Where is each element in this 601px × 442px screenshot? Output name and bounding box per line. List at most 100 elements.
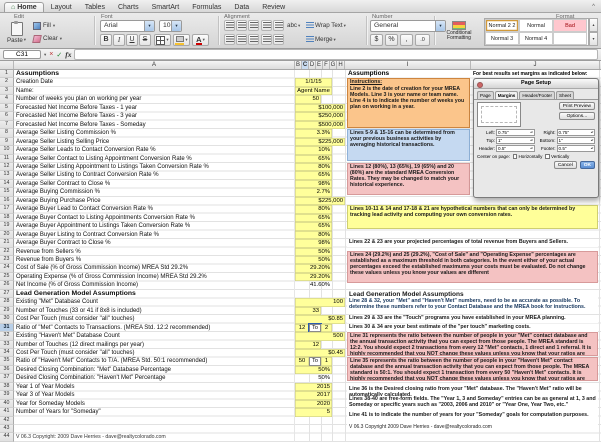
row-label[interactable]: Average Buyer Contact to Listing Appoint… <box>14 213 295 223</box>
ratio-value-right[interactable]: 2 <box>321 323 332 333</box>
indent-right-button[interactable] <box>273 34 284 45</box>
cell-value[interactable]: $225,000 <box>295 137 345 147</box>
cell-value[interactable]: $500,000 <box>295 120 345 130</box>
row-number[interactable]: 18 <box>0 213 14 223</box>
cell-value[interactable]: 2.7% <box>295 188 332 197</box>
row-label[interactable]: Desired Closing Combination: "Met" Datab… <box>14 365 295 375</box>
cell-value[interactable]: 50% <box>295 365 332 375</box>
row-value-cell[interactable]: $0.45 <box>295 348 345 358</box>
align-top-button[interactable] <box>224 34 235 45</box>
ribbon-collapse-icon[interactable]: ^ <box>590 4 597 12</box>
row-number[interactable]: 6 <box>0 112 14 121</box>
ribbon-tab-formulas[interactable]: Formulas <box>186 3 227 12</box>
clear-button[interactable]: Clear ▾ <box>32 33 62 44</box>
row-label[interactable]: Number of weeks you plan on working per … <box>14 95 295 104</box>
row-label[interactable]: Average Seller Listing Commission % <box>14 129 295 138</box>
align-right-button[interactable] <box>248 20 259 31</box>
row-number[interactable]: 9 <box>0 137 14 147</box>
row-number[interactable]: 30 <box>0 315 14 324</box>
row-value-cell[interactable]: 65% <box>295 154 345 163</box>
row-label[interactable]: Number of Touches (33 or 41 if 8x8 is in… <box>14 306 295 316</box>
row-value-cell[interactable]: 50% <box>295 374 345 382</box>
row-number[interactable]: 14 <box>0 179 14 189</box>
row-number[interactable]: 16 <box>0 196 14 206</box>
field-input[interactable]: 0.5" ▴▾ <box>556 145 595 152</box>
row-label[interactable] <box>14 425 295 434</box>
wrap-text-button[interactable]: Wrap Text ▾ <box>306 20 346 31</box>
spinner-icon[interactable]: ▴▾ <box>591 138 594 144</box>
currency-format-button[interactable]: $ <box>370 34 383 46</box>
panel-note-orange[interactable]: Instructions: Line 2 is the date of creat… <box>347 78 470 128</box>
field-input[interactable]: 0.5" ▴▾ <box>496 145 535 152</box>
font-name-select[interactable]: Arial ▾ <box>100 20 155 32</box>
row-number[interactable]: 23 <box>0 255 14 265</box>
cell-value[interactable]: 12 <box>295 340 321 349</box>
ratio-value-left[interactable]: 12 <box>295 323 309 333</box>
row-value-cell[interactable]: Agent Name <box>295 86 345 96</box>
row-label[interactable]: Ratio of "Met" Contacts to Transactions.… <box>14 323 295 333</box>
cell-value[interactable]: 80% <box>295 162 332 172</box>
row-value-cell[interactable]: 100 <box>295 298 345 307</box>
row-value-cell[interactable]: 29.20% <box>295 264 345 273</box>
row-number[interactable]: 29 <box>0 306 14 316</box>
row-label[interactable]: Average Seller Contact to Listing Appoin… <box>14 154 295 163</box>
cell-value[interactable]: 41.60% <box>295 281 332 289</box>
cell-style-normal-4[interactable]: Normal 4 <box>519 32 553 45</box>
row-number[interactable]: 20 <box>0 230 14 240</box>
gallery-scroll-down-icon[interactable]: ▾ <box>589 32 598 46</box>
row-label[interactable]: Revenue from Sellers % <box>14 247 295 256</box>
row-number[interactable]: 17 <box>0 205 14 214</box>
row-label[interactable]: Creation Date <box>14 78 295 87</box>
cell-style-bad[interactable]: Bad <box>553 19 587 32</box>
row-value-cell[interactable]: 50 <box>295 95 345 104</box>
row-value-cell[interactable]: 80% <box>295 230 345 240</box>
cell-value[interactable]: 2015 <box>295 382 332 392</box>
column-header-j[interactable]: J <box>471 61 600 69</box>
borders-button[interactable]: ▾ <box>154 34 171 46</box>
row-number[interactable]: 24 <box>0 264 14 273</box>
panel-note-yellow[interactable]: Lines 10-11 & 14 and 17-18 & 21 are hypo… <box>347 205 598 230</box>
cell-value[interactable]: 5 <box>295 408 332 417</box>
row-value-cell[interactable]: 500 <box>295 332 345 341</box>
cell-value[interactable]: 65% <box>295 154 332 163</box>
column-header-h[interactable]: H <box>337 61 345 69</box>
row-label[interactable]: Average Buying Commission % <box>14 188 295 197</box>
spinner-icon[interactable]: ▴▾ <box>591 130 594 136</box>
row-label[interactable]: Year 3 of Year Models <box>14 391 295 400</box>
row-label[interactable]: Year for Someday Models <box>14 399 295 409</box>
dialog-tab-header-footer[interactable]: Header/Footer <box>519 91 555 99</box>
row-number[interactable]: 44 <box>0 433 14 442</box>
row-value-cell[interactable]: 3.3% <box>295 129 345 138</box>
cell-value[interactable]: 1/1/15 <box>295 78 332 87</box>
field-input[interactable]: 1" ▴▾ <box>556 137 595 144</box>
align-left-button[interactable] <box>224 20 235 31</box>
cell-value[interactable]: $250,000 <box>295 112 345 121</box>
gallery-scroll-up-icon[interactable]: ▴ <box>589 18 598 32</box>
align-middle-button[interactable] <box>236 34 247 45</box>
dialog-checkbox-horizontally[interactable]: Horizontally <box>512 154 542 159</box>
row-value-cell[interactable]: 12 To 2 <box>295 322 345 334</box>
ratio-value-left[interactable]: 50 <box>295 357 309 366</box>
panel-note-plain[interactable]: Lines 29 & 33 are the "Touch" programs y… <box>347 315 598 324</box>
font-color-button[interactable]: A ▾ <box>192 34 209 46</box>
row-number[interactable]: 34 <box>0 348 14 358</box>
spinner-icon[interactable]: ▴▾ <box>530 146 533 152</box>
row-value-cell[interactable]: 98% <box>295 179 345 189</box>
row-value-cell[interactable]: 2017 <box>295 391 345 400</box>
column-header-c[interactable]: C <box>302 61 309 69</box>
row-label[interactable]: Forecasted Net Income Before Taxes - 3 y… <box>14 112 295 121</box>
row-label[interactable]: Number of Touches (12 direct mailings pe… <box>14 340 295 349</box>
row-value-cell[interactable]: 80% <box>295 162 345 172</box>
cell-value[interactable]: 65% <box>295 171 332 180</box>
cancel-entry-icon[interactable]: × <box>49 51 53 58</box>
row-value-cell[interactable] <box>295 425 345 433</box>
row-label[interactable]: Number of Years for "Someday" <box>14 408 295 417</box>
row-value-cell[interactable] <box>295 417 345 425</box>
number-format-select[interactable]: General ▾ <box>370 20 446 32</box>
confirm-entry-icon[interactable]: ✓ <box>56 51 62 59</box>
panel-note-blue[interactable]: Lines 5-9 & 15-16 can be determined from… <box>347 129 470 162</box>
ribbon-tab-layout[interactable]: Layout <box>45 3 78 12</box>
dialog-checkbox-vertically[interactable]: Vertically <box>545 154 569 159</box>
align-center-button[interactable] <box>236 20 247 31</box>
row-number[interactable]: 36 <box>0 365 14 375</box>
